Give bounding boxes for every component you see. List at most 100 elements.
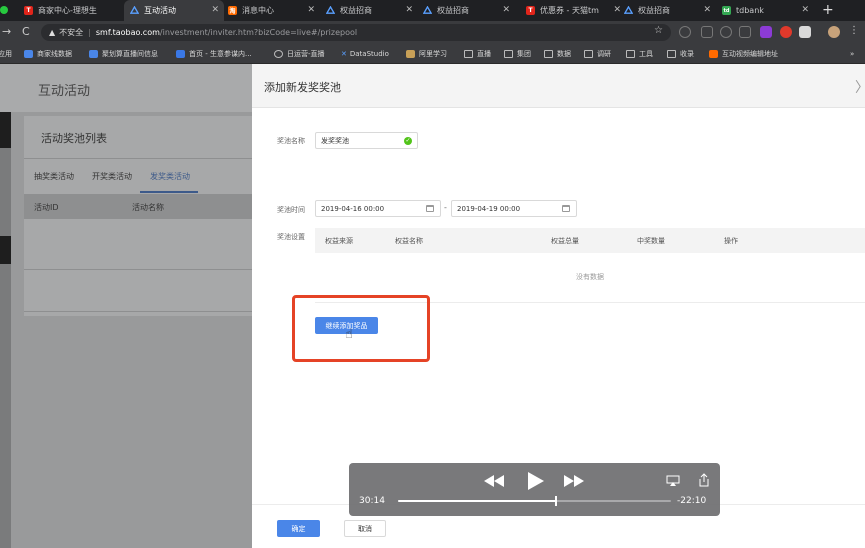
globe-icon [274, 50, 283, 58]
end-date-value: 2019-04-19 00:00 [457, 204, 521, 213]
sidebar-block [0, 112, 11, 148]
calendar-icon [426, 205, 434, 212]
browser-tab[interactable]: 淘 消息中心 ✕ [228, 0, 320, 21]
calendar-icon [562, 205, 570, 212]
browser-tab[interactable]: T 优惠券 - 天猫tm ✕ [526, 0, 626, 21]
airplay-icon[interactable] [666, 475, 680, 489]
bookmark-item[interactable]: 首页 - 生意参谋内... [176, 47, 252, 61]
security-label: 不安全 [59, 28, 84, 37]
forward-icon[interactable]: → [2, 25, 11, 38]
bookmark-star-icon[interactable]: ☆ [654, 25, 663, 36]
tab-award[interactable]: 发奖类活动 [150, 171, 190, 182]
browser-tab[interactable]: 权益招商 ✕ [624, 0, 716, 21]
menu-icon[interactable]: ⋮ [849, 25, 859, 36]
extension-icon[interactable] [701, 26, 713, 38]
play-icon[interactable] [527, 471, 545, 493]
bookmark-item[interactable]: 互动视频编辑地址 [709, 47, 778, 61]
bookmark-label: 应用 [0, 50, 12, 58]
document-icon [24, 50, 33, 58]
bookmark-label: 商家线数据 [37, 50, 72, 58]
progress-track[interactable] [398, 496, 671, 506]
url-path: /investment/inviter.htm?bizCode=live#/pr… [159, 28, 358, 37]
confirm-button[interactable]: 确定 [277, 520, 320, 537]
bookmark-folder[interactable]: 直播 [464, 47, 491, 61]
browser-tab[interactable]: T 商家中心-理想生 [24, 0, 124, 21]
cancel-button[interactable]: 取消 [344, 520, 386, 537]
folder-icon [626, 50, 635, 58]
date-range-separator: - [444, 203, 447, 212]
side-strip [0, 112, 11, 548]
tab-draw[interactable]: 开奖类活动 [92, 171, 132, 182]
bookmark-folder[interactable]: 集团 [504, 47, 531, 61]
bookmark-folder[interactable]: 工具 [626, 47, 653, 61]
extension-icon[interactable] [739, 26, 751, 38]
sidebar-block [0, 236, 11, 264]
bookmark-item[interactable]: 阿里学习 [406, 47, 447, 61]
fast-forward-icon[interactable] [563, 474, 585, 490]
bookmark-item[interactable]: 日运营-直播 [274, 47, 325, 61]
folder-icon [667, 50, 676, 58]
reload-icon[interactable]: C [22, 25, 30, 38]
close-tab-icon[interactable]: ✕ [307, 5, 315, 15]
address-toolbar: → C ▲ 不安全 | smf.taobao.com /investment/i… [0, 21, 865, 44]
alibaba-icon [130, 6, 139, 15]
profile-avatar[interactable] [828, 26, 840, 38]
close-tab-icon[interactable]: ✕ [502, 5, 510, 15]
bookmark-item[interactable]: 商家线数据 [24, 47, 72, 61]
new-tab-icon[interactable]: + [822, 2, 834, 18]
bookmark-folder[interactable]: 收录 [667, 47, 694, 61]
folder-icon [464, 50, 473, 58]
end-date-input[interactable]: 2019-04-19 00:00 [451, 200, 577, 217]
empty-state-text: 没有数据 [576, 273, 604, 281]
bookmark-item[interactable]: 应用 [0, 47, 12, 61]
card-title: 活动奖池列表 [41, 132, 107, 145]
tab-title: 权益招商 [638, 6, 670, 15]
url-divider: | [88, 28, 91, 37]
bookmark-item[interactable]: 聚划算直播间信息 [89, 47, 158, 61]
close-tab-icon[interactable]: ✕ [801, 5, 809, 15]
start-date-input[interactable]: 2019-04-16 00:00 [315, 200, 441, 217]
share-icon[interactable] [698, 473, 710, 489]
bookmarks-bar: 应用 商家线数据 聚划算直播间信息 首页 - 生意参谋内... 日运营-直播 ✕… [0, 44, 865, 64]
extension-icon[interactable] [780, 26, 792, 38]
browser-tab-active[interactable]: 互动活动 ✕ [124, 0, 224, 21]
document-icon [89, 50, 98, 58]
bookmark-label: 收录 [680, 50, 694, 58]
bookmark-label: 聚划算直播间信息 [102, 50, 158, 58]
close-icon[interactable]: 〉 [855, 77, 865, 97]
extension-icon[interactable] [799, 26, 811, 38]
bookmark-label: 调研 [597, 50, 611, 58]
column-header: 权益来源 [325, 237, 353, 245]
browser-tab[interactable]: 权益招商 ✕ [326, 0, 418, 21]
bookmark-item[interactable]: ✕ DataStudio [341, 47, 389, 61]
bookmark-label: 直播 [477, 50, 491, 58]
pool-name-input[interactable]: 发奖奖池 ✓ [315, 132, 418, 149]
elapsed-time: 30:14 [359, 496, 385, 506]
url-field[interactable]: ▲ 不安全 | smf.taobao.com /investment/invit… [41, 24, 671, 41]
extension-icon[interactable] [760, 26, 772, 38]
scrubber-handle[interactable] [554, 496, 557, 506]
bookmark-label: 互动视频编辑地址 [722, 50, 778, 58]
window-zoom-button[interactable] [0, 6, 8, 14]
warning-icon: ▲ [49, 28, 56, 37]
bookmark-folder[interactable]: 数据 [544, 47, 571, 61]
tab-lottery[interactable]: 抽奖类活动 [34, 171, 74, 182]
rewind-icon[interactable] [483, 474, 505, 490]
browser-tab[interactable]: td tdbank ✕ [722, 0, 814, 21]
pool-name-label: 奖池名称 [277, 137, 305, 145]
bookmark-label: 集团 [517, 50, 531, 58]
bookmark-label: 阿里学习 [419, 50, 447, 58]
close-tab-icon[interactable]: ✕ [405, 5, 413, 15]
close-tab-icon[interactable]: ✕ [703, 5, 711, 15]
close-tab-icon[interactable]: ✕ [211, 5, 219, 15]
progress-fill [398, 500, 556, 502]
browser-tab[interactable]: 权益招商 ✕ [423, 0, 515, 21]
column-header: 中奖数量 [637, 237, 665, 245]
bookmark-folder[interactable]: 调研 [584, 47, 611, 61]
tab-title: 权益招商 [340, 6, 372, 15]
extension-icon[interactable] [679, 26, 691, 38]
close-tab-icon[interactable]: ✕ [613, 5, 621, 15]
td-icon: td [722, 6, 731, 15]
pocket-icon[interactable] [720, 26, 732, 38]
more-bookmarks-icon[interactable]: » [850, 47, 854, 61]
